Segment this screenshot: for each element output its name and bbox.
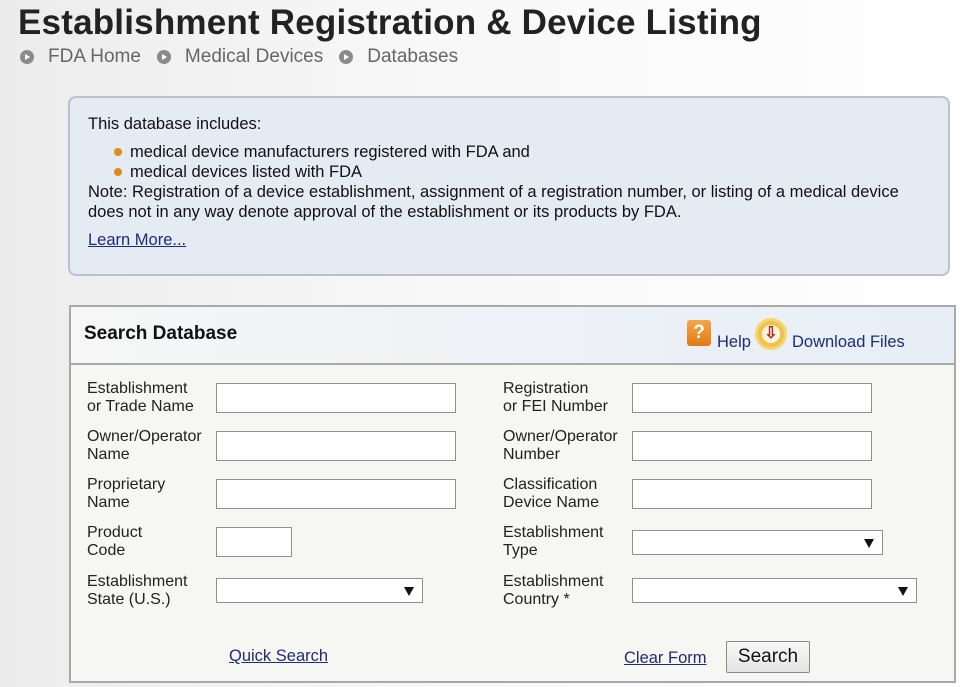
owner-operator-name-input[interactable]	[216, 431, 456, 461]
search-panel-title: Search Database	[84, 323, 238, 344]
breadcrumb-item-medical-devices[interactable]: Medical Devices	[156, 46, 323, 68]
establishment-state-label: Establishment State (U.S.)	[87, 573, 188, 608]
arrow-circle-icon	[20, 50, 34, 64]
product-code-input[interactable]	[216, 527, 292, 557]
database-info-box: This database includes: medical device m…	[68, 96, 950, 276]
establishment-country-select[interactable]	[632, 578, 917, 603]
classification-device-name-input[interactable]	[632, 479, 872, 509]
breadcrumb-link-databases[interactable]: Databases	[367, 46, 458, 68]
search-button[interactable]: Search	[726, 641, 810, 673]
breadcrumb: FDA Home Medical Devices Databases	[20, 46, 474, 68]
quick-search-link[interactable]: Quick Search	[229, 647, 328, 666]
dropdown-arrow-icon	[404, 587, 414, 596]
breadcrumb-link-fda-home[interactable]: FDA Home	[48, 46, 141, 68]
dropdown-arrow-icon	[898, 587, 908, 596]
search-panel-header: Search Database ? Help Download Files	[71, 307, 954, 365]
dropdown-arrow-icon	[864, 539, 874, 548]
owner-operator-number-label: Owner/Operator Number	[503, 428, 618, 463]
info-list-item: medical devices listed with FDA	[114, 162, 930, 182]
info-note: Note: Registration of a device establish…	[88, 183, 899, 221]
help-link[interactable]: Help	[717, 333, 751, 352]
classification-device-name-label: Classification Device Name	[503, 476, 600, 511]
info-intro: This database includes:	[88, 115, 262, 133]
clear-form-link[interactable]: Clear Form	[624, 649, 707, 668]
establishment-name-input[interactable]	[216, 383, 456, 413]
arrow-circle-icon	[339, 50, 354, 64]
registration-number-input[interactable]	[632, 383, 872, 413]
search-database-panel: Search Database ? Help Download Files Es…	[69, 305, 956, 683]
owner-operator-number-input[interactable]	[632, 431, 872, 461]
arrow-circle-icon	[156, 50, 171, 64]
learn-more-link[interactable]: Learn More...	[88, 230, 186, 250]
info-list: medical device manufacturers registered …	[114, 142, 930, 182]
establishment-name-label: Establishment or Trade Name	[87, 380, 194, 415]
establishment-type-label: Establishment Type	[503, 524, 604, 559]
page-title: Establishment Registration & Device List…	[18, 3, 762, 42]
proprietary-name-input[interactable]	[216, 479, 456, 509]
establishment-type-select[interactable]	[632, 530, 883, 555]
bullet-icon	[114, 168, 122, 176]
proprietary-name-label: Proprietary Name	[87, 476, 166, 511]
establishment-state-select[interactable]	[216, 578, 423, 603]
bullet-icon	[114, 148, 122, 156]
breadcrumb-item-fda-home[interactable]: FDA Home	[20, 46, 141, 68]
info-bullet-text: medical device manufacturers registered …	[130, 143, 530, 161]
info-bullet-text: medical devices listed with FDA	[130, 163, 362, 181]
breadcrumb-item-databases[interactable]: Databases	[339, 46, 458, 68]
breadcrumb-link-medical-devices[interactable]: Medical Devices	[185, 46, 323, 68]
owner-operator-name-label: Owner/Operator Name	[87, 428, 202, 463]
download-files-link[interactable]: Download Files	[792, 333, 905, 352]
info-list-item: medical device manufacturers registered …	[114, 142, 930, 162]
download-icon[interactable]	[755, 318, 787, 350]
establishment-country-label: Establishment Country *	[503, 573, 604, 608]
registration-number-label: Registration or FEI Number	[503, 380, 608, 415]
product-code-label: Product Code	[87, 524, 143, 559]
question-icon[interactable]: ?	[687, 320, 711, 346]
